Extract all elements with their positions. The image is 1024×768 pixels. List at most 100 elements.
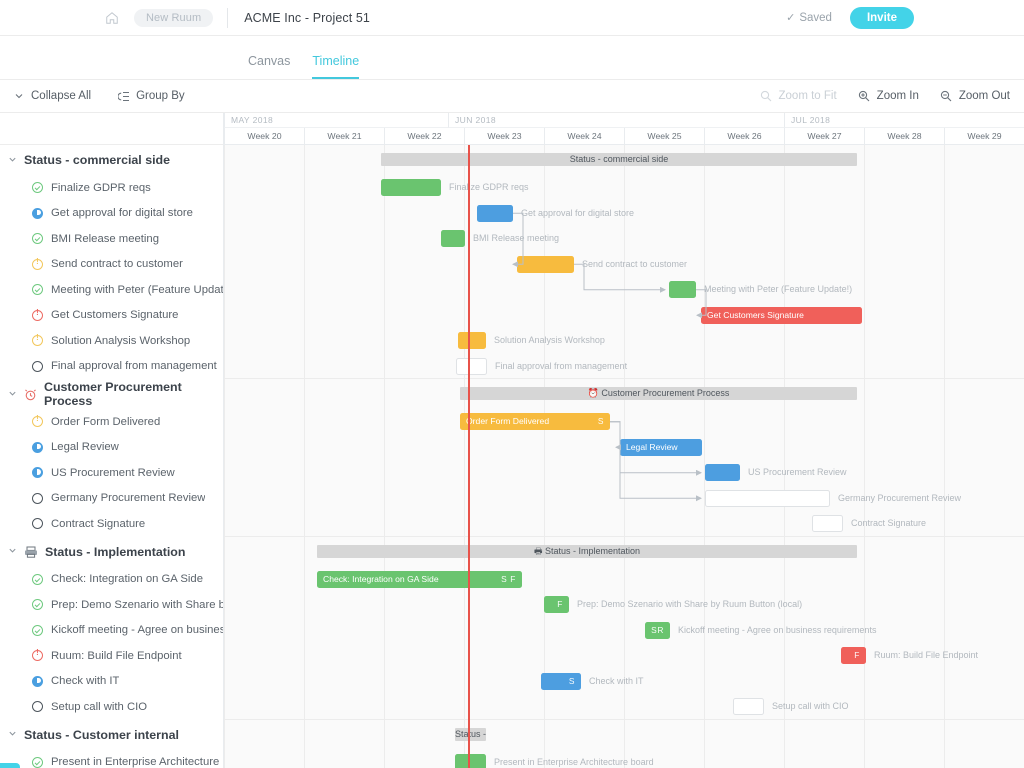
gantt-bar[interactable] [456, 357, 487, 375]
gantt-bar[interactable]: Order Form Delivered S [460, 413, 610, 430]
task-list-item[interactable]: Meeting with Peter (Feature Update!) [0, 277, 223, 303]
invite-button[interactable]: Invite [849, 6, 914, 29]
gantt-bar[interactable] [669, 281, 696, 298]
group-header-1[interactable]: Customer Procurement Process [0, 379, 223, 409]
gantt-rows: Status - commercial side Finalize GDPR re… [224, 145, 1024, 768]
task-name-label: Solution Analysis Workshop [51, 334, 191, 347]
gantt-bar[interactable] [477, 204, 513, 222]
view-tabs: Canvas Timeline [248, 54, 360, 79]
status-done-icon [32, 284, 43, 296]
task-list-item[interactable]: US Procurement Review [0, 460, 223, 486]
status-warning-icon [32, 257, 43, 270]
gantt-bar[interactable] [812, 515, 843, 532]
task-name-label: Meeting with Peter (Feature Update!) [51, 283, 223, 296]
task-list-item[interactable]: Solution Analysis Workshop [0, 328, 223, 354]
gantt-bar[interactable] [517, 255, 574, 273]
group-header-0[interactable]: Status - commercial side [0, 145, 223, 175]
group-band[interactable]: Status - Customer internal [455, 727, 486, 741]
gantt-bar[interactable] [458, 332, 486, 349]
week-label: Week 27 [784, 128, 864, 145]
week-label: Week 25 [624, 128, 704, 145]
chevron-down-icon[interactable] [8, 155, 17, 166]
task-list-item[interactable]: Setup call with CIO [0, 694, 223, 720]
task-list-item[interactable]: Get approval for digital store [0, 201, 223, 227]
zoom-to-fit-label: Zoom to Fit [778, 90, 837, 102]
gantt-task-row: SR Kickoff meeting - Agree on business re… [224, 618, 1024, 644]
task-list-item[interactable]: Check with IT [0, 669, 223, 695]
task-list-item[interactable]: Contract Signature [0, 511, 223, 537]
status-open-icon [32, 492, 43, 504]
task-list-item[interactable]: Ruum: Build File Endpoint [0, 643, 223, 669]
toolbar-right-group: Zoom to Fit Zoom In Zoom Out [760, 90, 1010, 103]
zoom-out-icon [940, 90, 953, 103]
help-tab[interactable]: Help [0, 763, 20, 768]
task-list-item[interactable]: Final approval from management [0, 354, 223, 380]
gantt-bar[interactable]: Check: Integration on GA Side S F [317, 570, 522, 588]
gantt-task-row: Germany Procurement Review [224, 486, 1024, 512]
zoom-in-button[interactable]: Zoom In [858, 90, 919, 103]
task-name-label: Finalize GDPR reqs [51, 181, 151, 194]
gantt-task-row: Legal Review [224, 435, 1024, 461]
gantt-bar-badge: SR [651, 624, 664, 635]
chevron-down-icon[interactable] [8, 546, 17, 557]
task-list-item[interactable]: BMI Release meeting [0, 226, 223, 252]
group-band[interactable]: Status - commercial side [381, 153, 857, 166]
task-name-label: Legal Review [51, 441, 119, 454]
gantt-bar[interactable]: SR [645, 621, 670, 639]
gantt-bar-badge: S [568, 675, 575, 686]
task-list-item[interactable]: Germany Procurement Review [0, 486, 223, 512]
gantt-task-row: Order Form Delivered S [224, 409, 1024, 435]
task-list-item[interactable]: Send contract to customer [0, 252, 223, 278]
tab-canvas[interactable]: Canvas [248, 54, 290, 79]
gantt-task-row: Setup call with CIO [224, 694, 1024, 720]
gantt-bar[interactable] [705, 489, 830, 507]
task-list-item[interactable]: Kickoff meeting - Agree on business requ… [0, 618, 223, 644]
top-bar: New Ruum ACME Inc - Project 51 ✓ Saved I… [0, 0, 1024, 36]
workspace-chip[interactable]: New Ruum [134, 8, 214, 27]
gantt-bar[interactable]: F [544, 596, 569, 613]
gantt-task-row: Check: Integration on GA Side S F [224, 567, 1024, 593]
gantt-bar[interactable]: Legal Review [620, 438, 702, 456]
group-band[interactable]: ⏰ Customer Procurement Process [460, 387, 857, 400]
gantt-bar-badge: F [854, 650, 860, 660]
group-header-3[interactable]: Status - Customer internal [0, 720, 223, 750]
home-icon[interactable] [104, 10, 120, 26]
zoom-out-button[interactable]: Zoom Out [940, 90, 1010, 103]
gantt-bar[interactable] [705, 464, 740, 481]
task-list-item[interactable]: Get Customers Signature [0, 303, 223, 329]
view-tabs-bar: Canvas Timeline [0, 36, 1024, 80]
task-list-item[interactable]: Order Form Delivered [0, 409, 223, 435]
gantt-pane[interactable]: MAY 2018 JUN 2018 JUL 2018 Week 20 Week 21 W… [224, 113, 1024, 768]
group-header-2[interactable]: Status - Implementation [0, 537, 223, 567]
task-list-item[interactable]: Present in Enterprise Architecture board [0, 750, 223, 768]
week-label: Week 23 [464, 128, 544, 145]
collapse-all-button[interactable]: Collapse All [12, 90, 91, 103]
tab-timeline[interactable]: Timeline [312, 54, 360, 79]
status-open-icon [32, 518, 43, 530]
task-list-item[interactable]: Prep: Demo Szenario with Share by Ruum B… [0, 592, 223, 618]
gantt-bar[interactable] [455, 753, 486, 768]
chevron-down-icon [12, 90, 25, 103]
task-list-item[interactable]: Legal Review [0, 435, 223, 461]
timeline-toolbar: Collapse All Group By Zoom to Fit Zoom I… [0, 80, 1024, 113]
group-by-button[interactable]: Group By [117, 90, 185, 103]
gantt-bar-outside-label: Kickoff meeting - Agree on business requ… [678, 624, 877, 635]
group-band[interactable]: 🖶 Status - Implementation [317, 544, 857, 558]
gantt-bar-outside-label: Contract Signature [851, 518, 927, 528]
week-label: Week 26 [704, 128, 784, 145]
timeline-main: Status - commercial side Finalize GDPR re… [0, 113, 1024, 768]
zoom-to-fit-button[interactable]: Zoom to Fit [760, 90, 837, 103]
gantt-bar[interactable]: F [841, 647, 866, 664]
chevron-down-icon[interactable] [8, 729, 17, 740]
gantt-task-row: F Ruum: Build File Endpoint [224, 643, 1024, 669]
gantt-bar[interactable]: Get Customers Signature [701, 306, 862, 324]
saved-label: Saved [799, 11, 832, 24]
gantt-bar[interactable] [381, 179, 441, 196]
gantt-bar[interactable] [733, 698, 764, 715]
task-list-item[interactable]: Finalize GDPR reqs [0, 175, 223, 201]
gantt-bar[interactable]: S [541, 672, 581, 690]
gantt-task-row: Finalize GDPR reqs [224, 175, 1024, 201]
gantt-bar[interactable] [441, 230, 465, 247]
chevron-down-icon[interactable] [8, 389, 17, 400]
task-list-item[interactable]: Check: Integration on GA Side [0, 567, 223, 593]
